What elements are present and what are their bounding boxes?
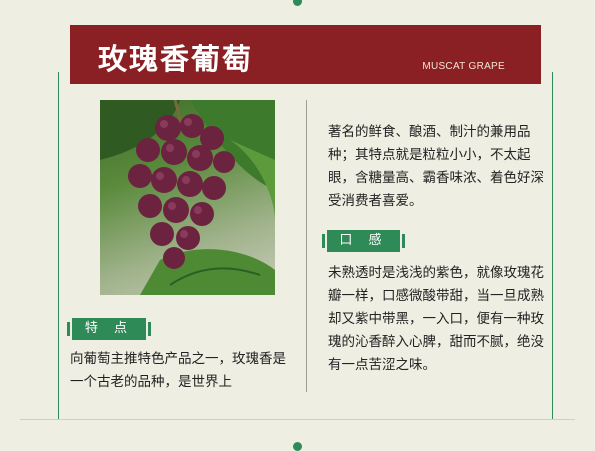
- taste-text: 未熟透时是浅浅的紫色，就像玫瑰花瓣一样，口感微酸带甜，当一旦成熟却又紫中带黑，一…: [328, 265, 544, 373]
- description-text: 著名的鲜食、酿酒、制汁的兼用品种；其特点就是粒粒小小，不太起眼，含糖量高、霸香味…: [328, 124, 544, 209]
- grape-photo: [100, 100, 275, 295]
- page-title: 玫瑰香葡萄: [98, 42, 254, 76]
- taste-label: 口 感: [322, 230, 405, 252]
- bottom-rule: [20, 419, 575, 420]
- frame-right-line: [552, 72, 553, 420]
- grape-bunch-icon: [100, 100, 275, 295]
- bottom-dot-ornament: [293, 442, 302, 451]
- column-divider: [306, 100, 307, 392]
- title-banner: 玫瑰香葡萄 MUSCAT GRAPE: [70, 25, 541, 84]
- feature-label: 特 点: [67, 318, 151, 340]
- top-dot-ornament: [293, 0, 302, 6]
- frame-left-line: [58, 72, 59, 420]
- feature-text: 向葡萄主推特色产品之一，玫瑰香是一个古老的品种，是世界上: [70, 351, 286, 390]
- page-subtitle: MUSCAT GRAPE: [422, 61, 505, 72]
